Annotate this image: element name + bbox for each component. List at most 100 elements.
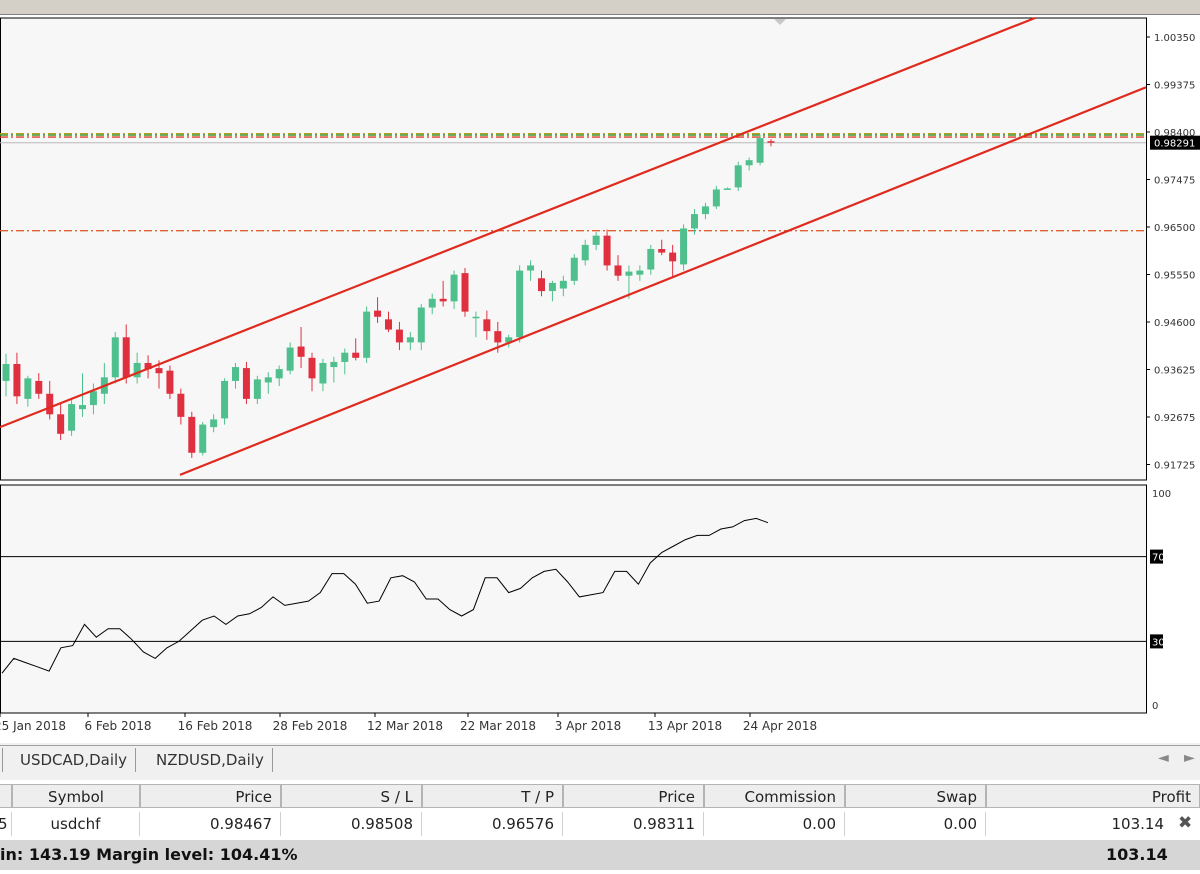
candle-body bbox=[275, 369, 283, 379]
candle-body bbox=[603, 235, 611, 266]
candle-body bbox=[395, 329, 403, 343]
candle-body bbox=[385, 319, 392, 330]
cell-open-price[interactable]: 0.98467 bbox=[140, 812, 281, 836]
price-axis-label: 0.97475 bbox=[1154, 176, 1195, 187]
time-axis-label: 25 Jan 2018 bbox=[0, 719, 66, 733]
candle-body bbox=[24, 378, 32, 399]
candle-body bbox=[89, 391, 97, 406]
column-header-swap[interactable]: Swap bbox=[845, 784, 986, 808]
candle-body bbox=[122, 337, 130, 378]
scroll-left-icon[interactable]: ◄ bbox=[1158, 750, 1169, 766]
candle-body bbox=[46, 393, 54, 415]
column-header-price[interactable]: Price bbox=[140, 784, 281, 808]
column-header-current-price[interactable]: Price bbox=[563, 784, 704, 808]
candle-body bbox=[712, 189, 720, 207]
candle-body bbox=[494, 331, 502, 343]
candle-body bbox=[210, 419, 218, 428]
price-pane bbox=[0, 17, 1147, 481]
candle-body bbox=[734, 165, 742, 188]
chart-tabs: USDCAD,Daily NZDUSD,Daily ◄ ► bbox=[0, 745, 1200, 776]
candle-body bbox=[2, 363, 10, 381]
candle-body bbox=[352, 352, 360, 358]
close-order-icon[interactable]: ✖ bbox=[1178, 813, 1192, 833]
candle-body bbox=[581, 244, 589, 261]
time-axis-label: 3 Apr 2018 bbox=[555, 719, 622, 733]
column-header-partial[interactable] bbox=[0, 784, 12, 808]
candle-body bbox=[450, 274, 458, 302]
candle-body bbox=[745, 160, 753, 166]
cell-order-id[interactable]: 5 bbox=[0, 812, 12, 836]
candle-body bbox=[592, 235, 600, 245]
price-chart[interactable]: 1.003500.993750.984000.974750.965000.955… bbox=[0, 15, 1200, 743]
candle-body bbox=[461, 273, 469, 312]
candle-body bbox=[341, 352, 349, 362]
candle-body bbox=[428, 298, 436, 308]
candle-body bbox=[35, 380, 43, 394]
cell-swap[interactable]: 0.00 bbox=[845, 812, 986, 836]
candle-body bbox=[548, 282, 556, 292]
candle-body bbox=[636, 270, 644, 275]
candle-body bbox=[330, 361, 338, 368]
candle-body bbox=[701, 206, 709, 215]
account-summary-bar: in: 143.19 Margin level: 104.41% 103.14 bbox=[0, 840, 1200, 870]
candle-body bbox=[680, 228, 688, 265]
candle-body bbox=[669, 252, 677, 262]
candle-body bbox=[286, 347, 294, 371]
current-price-label: 0.98291 bbox=[1154, 139, 1195, 150]
price-axis-label: 0.91725 bbox=[1154, 461, 1195, 472]
time-axis-label: 24 Apr 2018 bbox=[743, 719, 817, 733]
column-header-commission[interactable]: Commission bbox=[704, 784, 845, 808]
cell-price[interactable]: 0.98311 bbox=[563, 812, 704, 836]
chart-window[interactable]: 1.00350 0.99375 0.98400 0.97475 0.96500 0.955… bbox=[0, 15, 1200, 743]
candle-body bbox=[264, 377, 272, 383]
rsi-axis-label: 30 bbox=[1152, 637, 1165, 648]
column-header-tp[interactable]: T / P bbox=[422, 784, 563, 808]
candle-body bbox=[439, 298, 447, 302]
candle-body bbox=[647, 249, 655, 270]
candle-body bbox=[527, 265, 535, 271]
candle-body bbox=[79, 405, 86, 410]
total-profit: 103.14 bbox=[1106, 845, 1168, 864]
candle-body bbox=[363, 311, 371, 358]
column-header-symbol[interactable]: Symbol bbox=[12, 784, 140, 808]
cell-profit[interactable]: 103.14 bbox=[986, 812, 1172, 836]
time-axis-label: 13 Apr 2018 bbox=[648, 719, 722, 733]
candle-body bbox=[133, 362, 141, 378]
candle-body bbox=[723, 188, 731, 190]
time-axis-label: 12 Mar 2018 bbox=[367, 719, 443, 733]
candle-body bbox=[472, 316, 480, 319]
candle-body bbox=[57, 414, 65, 434]
candle-body bbox=[242, 368, 250, 399]
candle-body bbox=[232, 367, 239, 381]
time-axis-label: 6 Feb 2018 bbox=[84, 719, 151, 733]
cell-commission[interactable]: 0.00 bbox=[704, 812, 845, 836]
time-axis-label: 28 Feb 2018 bbox=[273, 719, 348, 733]
price-axis-label: 0.94600 bbox=[1154, 318, 1195, 329]
column-header-sl[interactable]: S / L bbox=[281, 784, 422, 808]
candle-body bbox=[417, 307, 425, 343]
candle-body bbox=[13, 363, 21, 397]
column-header-profit[interactable]: Profit bbox=[986, 784, 1200, 808]
trade-terminal: Symbol Price S / L T / P Price Commissio… bbox=[0, 780, 1200, 874]
price-axis-label: 0.99375 bbox=[1154, 81, 1195, 92]
rsi-axis-label: 100 bbox=[1152, 489, 1171, 500]
cell-sl[interactable]: 0.98508 bbox=[281, 812, 422, 836]
cell-symbol[interactable]: usdchf bbox=[12, 812, 140, 836]
price-axis-label: 0.95550 bbox=[1154, 271, 1195, 282]
time-axis-label: 22 Mar 2018 bbox=[460, 719, 536, 733]
candle-body bbox=[658, 249, 666, 253]
rsi-pane bbox=[0, 484, 1147, 714]
candle-body bbox=[614, 265, 622, 276]
candle-body bbox=[406, 337, 414, 343]
candle-body bbox=[253, 379, 261, 399]
price-axis-label: 0.92675 bbox=[1154, 413, 1195, 424]
tab-nzdusd[interactable]: NZDUSD,Daily bbox=[148, 748, 273, 772]
candle-body bbox=[199, 424, 207, 453]
tab-usdcad[interactable]: USDCAD,Daily bbox=[12, 748, 137, 772]
price-axis-label: 0.93625 bbox=[1154, 366, 1195, 377]
scroll-right-icon[interactable]: ► bbox=[1184, 750, 1195, 766]
candle-body bbox=[374, 310, 382, 317]
candle-body bbox=[756, 138, 764, 163]
cell-tp[interactable]: 0.96576 bbox=[422, 812, 563, 836]
tab-partial[interactable] bbox=[0, 748, 3, 772]
